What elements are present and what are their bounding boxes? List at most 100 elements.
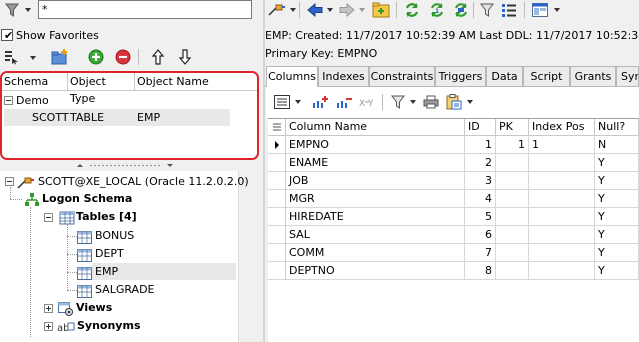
add-column-icon[interactable] <box>310 92 330 112</box>
cell-column-name[interactable]: EMPNO <box>286 136 465 154</box>
views-expand-icon[interactable] <box>44 304 53 313</box>
favorites-col-schema[interactable]: Schema <box>2 73 68 91</box>
views-node[interactable]: Views <box>76 300 112 316</box>
col-header-column-name[interactable]: Column Name <box>286 119 465 136</box>
move-up-icon[interactable] <box>148 47 168 67</box>
tab-script[interactable]: Script <box>523 66 570 86</box>
cell-index-pos[interactable] <box>529 208 595 226</box>
tab-data[interactable]: Data <box>486 66 523 86</box>
compile-dropdown-icon[interactable] <box>290 8 296 12</box>
favorites-group-demo[interactable]: Demo <box>16 93 49 108</box>
move-down-icon[interactable] <box>175 47 195 67</box>
horizontal-splitter[interactable] <box>75 163 175 168</box>
back-dropdown-icon[interactable] <box>327 8 333 12</box>
tree-scrollbar[interactable] <box>238 171 255 342</box>
cell-column-name[interactable]: SAL <box>286 226 465 244</box>
cell-pk[interactable]: 1 <box>496 136 529 154</box>
forward-icon[interactable] <box>337 0 357 20</box>
row-indicator[interactable] <box>268 136 286 154</box>
open-folder-icon[interactable] <box>371 0 391 20</box>
cell-index-pos[interactable] <box>529 226 595 244</box>
table-node[interactable]: BONUS <box>95 228 134 244</box>
cell-null[interactable]: Y <box>595 208 639 226</box>
cell-column-name[interactable]: JOB <box>286 172 465 190</box>
cell-column-name[interactable]: HIREDATE <box>286 208 465 226</box>
grid-options-icon[interactable] <box>272 92 292 112</box>
favorites-col-object-type[interactable]: Object Type <box>68 73 135 105</box>
grid-filter-dropdown-icon[interactable] <box>410 100 416 104</box>
tab-indexes[interactable]: Indexes <box>318 66 369 86</box>
cell-pk[interactable] <box>496 154 529 172</box>
tab-triggers[interactable]: Triggers <box>435 66 486 86</box>
cell-index-pos[interactable] <box>529 262 595 280</box>
col-header-null[interactable]: Null? <box>595 119 639 136</box>
connection-collapse-icon[interactable] <box>5 177 14 186</box>
tables-collapse-icon[interactable] <box>44 213 53 222</box>
cell-pk[interactable] <box>496 190 529 208</box>
table-node[interactable]: EMP <box>95 264 118 280</box>
logon-schema-node[interactable]: Logon Schema <box>42 191 132 207</box>
forward-dropdown-icon[interactable] <box>359 8 365 12</box>
tab-grants[interactable]: Grants <box>570 66 616 86</box>
browser-options-icon[interactable] <box>1 47 21 67</box>
cell-null[interactable]: Y <box>595 244 639 262</box>
layout-dropdown-icon[interactable] <box>554 8 560 12</box>
row-indicator[interactable] <box>268 208 286 226</box>
rename-column-icon[interactable]: XY <box>358 92 378 112</box>
connection-node[interactable]: SCOTT@XE_LOCAL (Oracle 11.2.0.2.0) <box>38 174 249 190</box>
object-filter-input[interactable]: * <box>38 0 252 19</box>
row-indicator[interactable] <box>268 244 286 262</box>
cell-index-pos[interactable] <box>529 244 595 262</box>
cell-null[interactable]: Y <box>595 262 639 280</box>
synonyms-node[interactable]: Synonyms <box>77 318 141 334</box>
cell-column-name[interactable]: MGR <box>286 190 465 208</box>
refresh-all-icon[interactable] <box>451 0 471 20</box>
row-indicator[interactable] <box>268 172 286 190</box>
cell-null[interactable]: Y <box>595 154 639 172</box>
filter-dropdown-icon[interactable] <box>25 8 31 12</box>
cell-id[interactable]: 2 <box>465 154 496 172</box>
table-node[interactable]: DEPT <box>95 246 124 262</box>
add-green-icon[interactable] <box>86 47 106 67</box>
export-dropdown-icon[interactable] <box>467 100 473 104</box>
row-indicator[interactable] <box>268 262 286 280</box>
cell-id[interactable]: 8 <box>465 262 496 280</box>
cell-pk[interactable] <box>496 172 529 190</box>
cell-null[interactable]: Y <box>595 226 639 244</box>
show-favorites-checkbox[interactable]: ✔ <box>1 29 13 42</box>
synonyms-expand-icon[interactable] <box>44 322 53 331</box>
demo-group-collapse-icon[interactable] <box>4 96 13 105</box>
table-node[interactable]: SALGRADE <box>95 282 155 298</box>
remove-red-icon[interactable] <box>113 47 133 67</box>
refresh-one-icon[interactable]: 1 <box>427 0 447 20</box>
print-icon[interactable] <box>421 92 441 112</box>
col-header-index-pos[interactable]: Index Pos <box>529 119 595 136</box>
filter-icon[interactable] <box>2 0 22 20</box>
drop-column-icon[interactable] <box>334 92 354 112</box>
cell-id[interactable]: 6 <box>465 226 496 244</box>
cell-index-pos[interactable] <box>529 190 595 208</box>
row-indicator[interactable] <box>268 154 286 172</box>
back-icon[interactable] <box>305 0 325 20</box>
cell-column-name[interactable]: DEPTNO <box>286 262 465 280</box>
grid-corner-icon[interactable] <box>268 119 286 136</box>
cell-index-pos[interactable] <box>529 154 595 172</box>
filter-toolbar-icon[interactable] <box>477 0 497 20</box>
row-indicator[interactable] <box>268 226 286 244</box>
cell-pk[interactable] <box>496 226 529 244</box>
cell-pk[interactable] <box>496 208 529 226</box>
favorites-col-object-name[interactable]: Object Name <box>135 73 257 91</box>
cell-id[interactable]: 4 <box>465 190 496 208</box>
cell-pk[interactable] <box>496 244 529 262</box>
cell-id[interactable]: 3 <box>465 172 496 190</box>
list-view-icon[interactable] <box>499 0 519 20</box>
cell-column-name[interactable]: COMM <box>286 244 465 262</box>
cell-column-name[interactable]: ENAME <box>286 154 465 172</box>
cell-index-pos[interactable]: 1 <box>529 136 595 154</box>
browser-options-dropdown-icon[interactable] <box>30 56 36 60</box>
cell-null[interactable]: Y <box>595 172 639 190</box>
compile-icon[interactable] <box>267 0 287 20</box>
cell-id[interactable]: 5 <box>465 208 496 226</box>
export-icon[interactable] <box>444 92 464 112</box>
grid-filter-icon[interactable] <box>388 92 408 112</box>
